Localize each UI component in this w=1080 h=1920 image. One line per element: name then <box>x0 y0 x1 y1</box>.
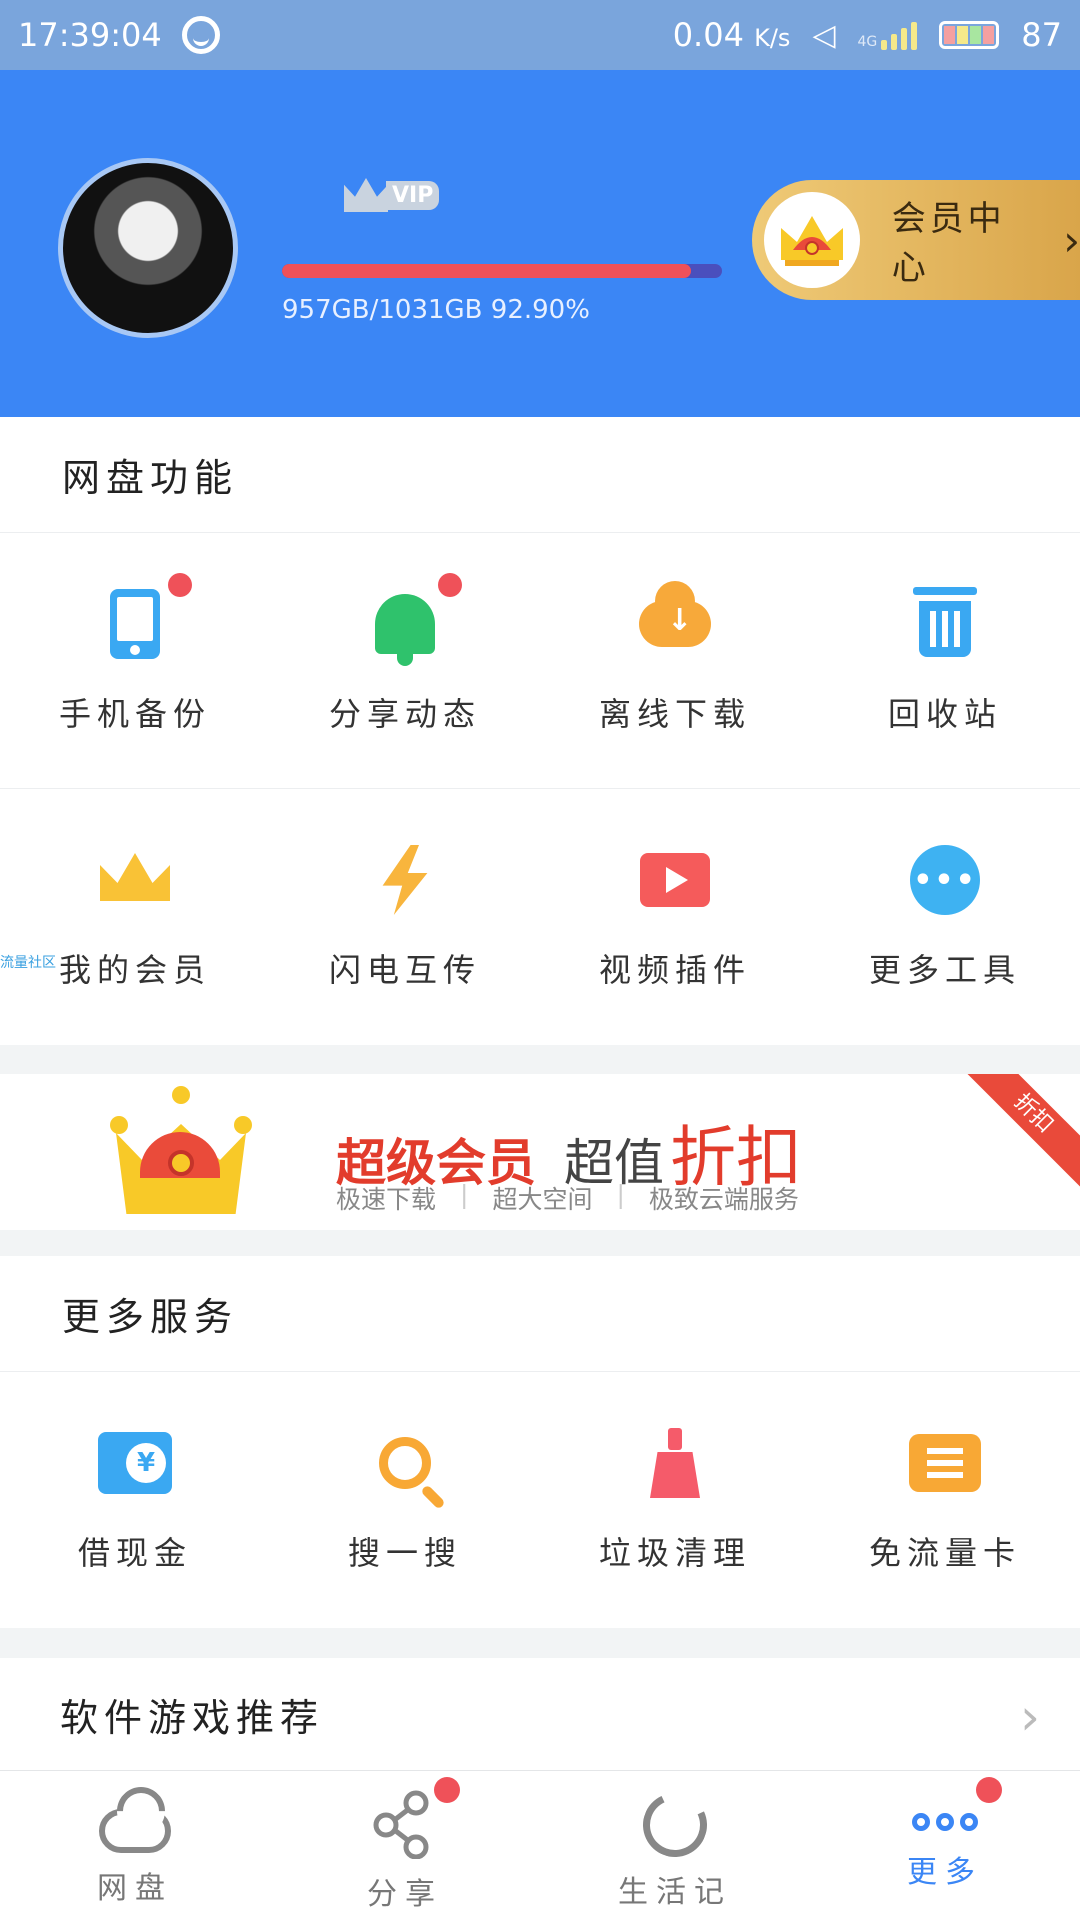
notification-dot <box>438 572 462 597</box>
trash-icon <box>913 586 977 657</box>
more-services-section: 更多服务 ¥ 借现金 搜一搜 垃圾清理 免流量卡 <box>0 1256 1080 1628</box>
cloud-icon <box>99 1809 171 1853</box>
play-icon <box>640 853 710 907</box>
storage-quota-bar <box>282 264 722 278</box>
grid-item-offline-download[interactable]: ↓ 离线下载 <box>540 533 810 788</box>
banner-crown-icon <box>110 1086 252 1216</box>
signal-icon: 4G <box>858 20 918 50</box>
grid-item-search[interactable]: 搜一搜 <box>270 1372 540 1628</box>
grid-item-recycle-bin[interactable]: 回收站 <box>810 533 1080 788</box>
chevron-right-icon: › <box>1020 1688 1040 1746</box>
status-time: 17:39:04 <box>18 16 162 54</box>
bell-icon <box>375 593 435 666</box>
grid-item-phone-backup[interactable]: 手机备份 <box>0 533 270 788</box>
search-icon <box>379 1437 431 1489</box>
disk-functions-section: 网盘功能 手机备份 分享动态 ↓ 离线下载 回收站 我的会员 闪电互传 视频插件… <box>0 417 1080 1045</box>
grid-item-more-tools[interactable]: ••• 更多工具 <box>810 789 1080 1045</box>
super-member-banner[interactable]: 超级会员 超值 折扣 极速下载 | 超大空间 | 极致云端服务 折扣 <box>0 1074 1080 1230</box>
battery-icon <box>939 21 1000 49</box>
storage-quota-fill <box>282 264 691 278</box>
notification-dot <box>976 1777 1002 1803</box>
share-icon <box>370 1789 440 1860</box>
app-notification-icon <box>181 16 220 54</box>
lightning-icon <box>382 845 428 915</box>
cloud-download-icon: ↓ <box>639 580 711 647</box>
bottom-nav: 网盘 分享 生活记 更多 <box>0 1770 1080 1920</box>
more-icon: ••• <box>910 845 980 915</box>
broom-icon <box>650 1428 700 1498</box>
member-center-button[interactable]: 会员中心 › <box>752 180 1080 300</box>
crown-icon <box>100 853 170 901</box>
software-game-recommend-row[interactable]: 软件游戏推荐 › <box>0 1658 1080 1770</box>
side-floating-label[interactable]: 流量社区 <box>0 952 56 972</box>
discount-ribbon: 折扣 <box>953 1074 1080 1194</box>
nav-tab-more[interactable]: 更多 <box>810 1771 1080 1920</box>
grid-item-borrow-cash[interactable]: ¥ 借现金 <box>0 1372 270 1628</box>
nav-tab-disk[interactable]: 网盘 <box>0 1771 270 1920</box>
nav-tab-share[interactable]: 分享 <box>270 1771 540 1920</box>
grid-item-video-plugin[interactable]: 视频插件 <box>540 789 810 1045</box>
avatar[interactable] <box>58 158 238 338</box>
cash-icon: ¥ <box>98 1432 172 1494</box>
notification-dot <box>168 572 192 597</box>
notification-dot <box>434 1777 460 1803</box>
banner-subtitle: 极速下载 | 超大空间 | 极致云端服务 <box>336 1180 799 1214</box>
battery-level: 87 <box>1021 16 1062 54</box>
refresh-icon <box>633 1783 717 1867</box>
profile-header: VIP 957GB/1031GB 92.90% 会员中心 › <box>0 70 1080 417</box>
nav-tab-life-record[interactable]: 生活记 <box>540 1771 810 1920</box>
phone-icon <box>110 588 160 659</box>
vip-crown-icon <box>344 178 388 212</box>
sim-card-icon <box>909 1434 981 1492</box>
chevron-right-icon: › <box>1063 215 1080 265</box>
grid-item-my-membership[interactable]: 我的会员 <box>0 789 270 1045</box>
storage-quota-text: 957GB/1031GB 92.90% <box>282 295 590 325</box>
member-crown-icon <box>764 192 860 288</box>
grid-item-free-data-card[interactable]: 免流量卡 <box>810 1372 1080 1628</box>
status-bar: 17:39:04 0.04 K/s ◁ 4G 87 <box>0 0 1080 70</box>
network-speed: 0.04 K/s <box>672 16 791 54</box>
section-title: 更多服务 <box>0 1256 1080 1372</box>
section-title: 网盘功能 <box>0 417 1080 533</box>
vip-badge: VIP <box>344 178 440 212</box>
grid-item-junk-clean[interactable]: 垃圾清理 <box>540 1372 810 1628</box>
grid-item-share-feed[interactable]: 分享动态 <box>270 533 540 788</box>
dots-icon <box>912 1813 978 1831</box>
mute-icon: ◁ <box>812 17 836 53</box>
grid-item-lightning-transfer[interactable]: 闪电互传 <box>270 789 540 1045</box>
